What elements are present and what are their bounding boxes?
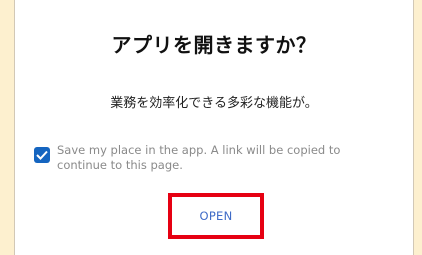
save-place-checkbox[interactable] xyxy=(34,147,50,163)
checkmark-icon xyxy=(36,150,48,160)
dialog-subtitle: 業務を効率化できる多彩な機能が。 xyxy=(110,96,318,111)
save-place-label: Save my place in the app. A link will be… xyxy=(57,143,341,172)
open-button-highlight: OPEN xyxy=(168,193,264,239)
open-button[interactable]: OPEN xyxy=(176,201,256,231)
dialog-title: アプリを開きますか？ xyxy=(111,33,317,57)
open-app-dialog: アプリを開きますか？ 業務を効率化できる多彩な機能が。 Save my plac… xyxy=(14,0,414,255)
